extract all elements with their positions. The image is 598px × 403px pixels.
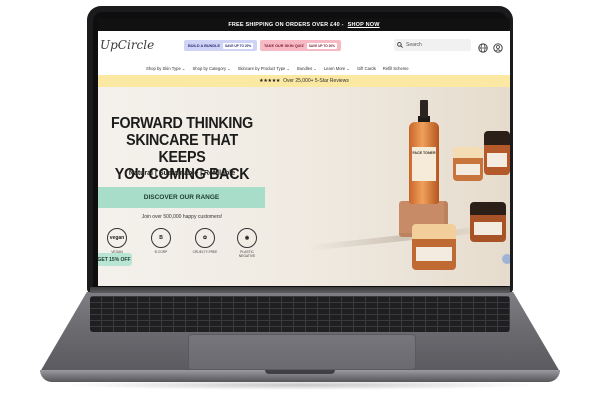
- hero-subline: Natural | Sustainable | Refillable: [128, 170, 236, 177]
- skin-quiz-button[interactable]: TAKE OUR SKIN QUIZ SAVE UP TO 20%: [260, 40, 342, 51]
- brand-logo[interactable]: UpCircle: [100, 38, 154, 52]
- main-nav: Shop by Skin Type ⌄ Shop by Category ⌄ S…: [98, 62, 510, 75]
- laptop-hinge: [90, 287, 510, 293]
- shop-now-link[interactable]: SHOP NOW: [348, 22, 380, 28]
- search-input[interactable]: Search: [394, 39, 471, 51]
- product-jar: [470, 202, 506, 242]
- bottle-label: FACE TONER: [412, 147, 436, 181]
- product-jar: [453, 147, 483, 181]
- laptop-screen: FREE SHIPPING ON ORDERS OVER £40 - SHOP …: [98, 18, 510, 286]
- discover-range-button[interactable]: DISCOVER OUR RANGE: [98, 187, 265, 208]
- join-text: Join over 500,000 happy customers!: [141, 214, 223, 220]
- announcement-text: FREE SHIPPING ON ORDERS OVER £40 -: [228, 21, 344, 28]
- laptop-keyboard: [90, 296, 510, 332]
- nav-product-type[interactable]: Skincare by Product Type ⌄: [238, 66, 290, 71]
- laptop-notch: [265, 370, 335, 374]
- skin-quiz-tag: SAVE UP TO 20%: [306, 42, 338, 49]
- search-icon: [397, 42, 403, 48]
- reviews-text: Over 25,000+ 5-Star Reviews: [283, 78, 349, 84]
- headline-line-2: SKINCARE THAT KEEPS: [126, 132, 238, 166]
- plastic-negative-badge: ◉ PLASTIC NEGATIVE: [232, 228, 262, 258]
- nav-skin-type[interactable]: Shop by Skin Type ⌄: [146, 66, 186, 71]
- build-bundle-button[interactable]: BUILD A BUNDLE SAVE UP TO 20%: [184, 40, 258, 51]
- headline-line-1: FORWARD THINKING: [111, 115, 253, 132]
- search-placeholder: Search: [406, 42, 422, 48]
- site-header: UpCircle BUILD A BUNDLE SAVE UP TO 20% T…: [98, 31, 510, 63]
- bunny-icon: ✿: [195, 228, 215, 248]
- globe-icon[interactable]: [478, 40, 488, 58]
- product-jar: [412, 224, 456, 270]
- cruelty-free-badge: ✿ CRUELTY-FREE: [190, 228, 220, 254]
- account-icon[interactable]: [493, 40, 503, 58]
- plastic-negative-icon: ◉: [237, 228, 257, 248]
- nav-bundles[interactable]: Bundles ⌄: [297, 66, 317, 71]
- nav-learn-more[interactable]: Learn More ⌄: [324, 66, 350, 71]
- nav-gift-cards[interactable]: Gift Cards: [357, 66, 376, 71]
- discount-tab[interactable]: GET 15% OFF: [98, 253, 132, 266]
- nav-category[interactable]: Shop by Category ⌄: [193, 66, 231, 71]
- star-rating-icon: ★★★★★: [259, 78, 281, 84]
- announcement-bar: FREE SHIPPING ON ORDERS OVER £40 - SHOP …: [98, 18, 510, 31]
- plastic-negative-label: PLASTIC NEGATIVE: [238, 250, 256, 258]
- reviews-bar: ★★★★★ Over 25,000+ 5-Star Reviews: [98, 75, 510, 87]
- laptop-trackpad: [188, 334, 416, 370]
- vegan-icon: vegan: [107, 228, 127, 248]
- bcorp-badge: B B CORP: [146, 228, 176, 254]
- bcorp-label: B CORP: [154, 250, 168, 254]
- build-bundle-tag: SAVE UP TO 20%: [223, 42, 254, 49]
- cruelty-free-label: CRUELTY-FREE: [192, 250, 218, 254]
- build-bundle-label: BUILD A BUNDLE: [188, 43, 220, 48]
- bcorp-icon: B: [151, 228, 171, 248]
- chat-widget-icon[interactable]: [502, 254, 510, 264]
- product-jar: [484, 131, 510, 175]
- vegan-badge: vegan VEGAN: [102, 228, 132, 254]
- skin-quiz-label: TAKE OUR SKIN QUIZ: [264, 43, 304, 48]
- hero-banner: FORWARD THINKING SKINCARE THAT KEEPS YOU…: [98, 87, 510, 286]
- nav-refill-scheme[interactable]: Refill Scheme: [383, 66, 409, 71]
- bottle-pump: [420, 100, 428, 118]
